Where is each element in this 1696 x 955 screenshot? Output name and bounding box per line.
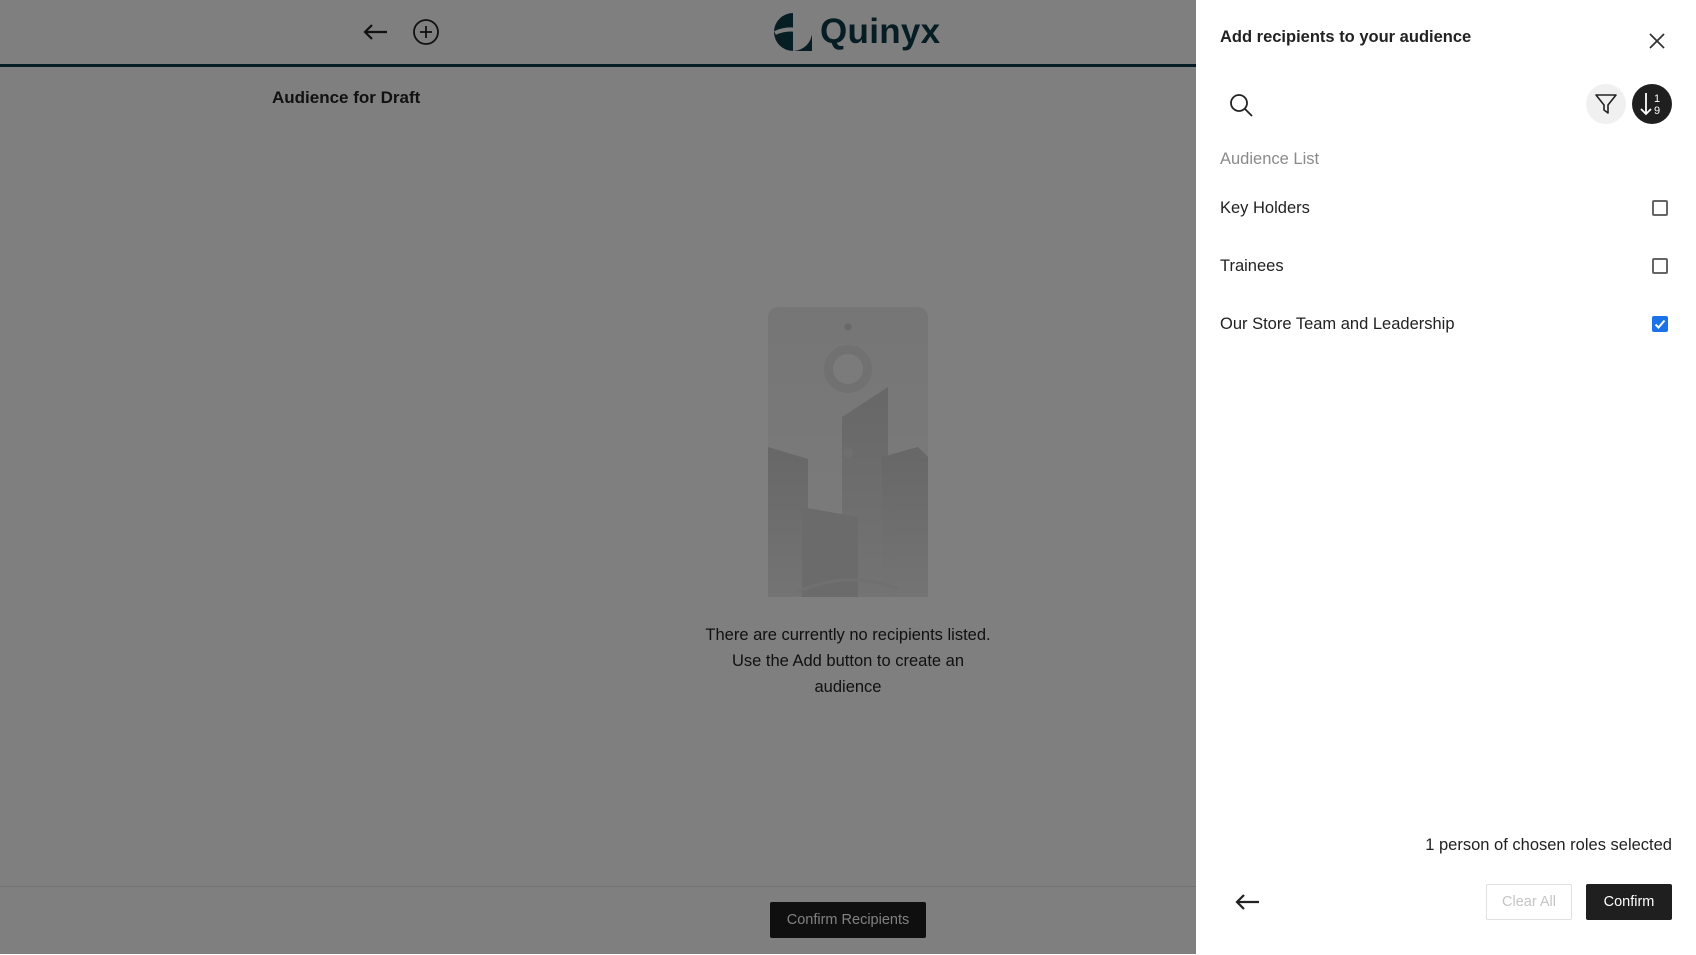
- filter-icon: [1595, 94, 1617, 114]
- confirm-button[interactable]: Confirm: [1586, 884, 1672, 920]
- checkbox-trainees[interactable]: [1652, 258, 1668, 274]
- search-button[interactable]: [1228, 92, 1254, 118]
- sort-numeric-icon: 1 9: [1640, 93, 1660, 117]
- drawer-back-button[interactable]: [1232, 888, 1264, 916]
- list-item-key-holders[interactable]: Key Holders: [1220, 192, 1672, 224]
- audience-list-heading: Audience List: [1220, 150, 1320, 168]
- list-item-label: Our Store Team and Leadership: [1220, 314, 1455, 333]
- drawer-title: Add recipients to your audience: [1220, 28, 1472, 46]
- sort-digit-top: 1: [1654, 93, 1660, 105]
- list-item-label: Key Holders: [1220, 198, 1310, 217]
- close-icon: [1649, 33, 1665, 49]
- sort-digit-bottom: 9: [1654, 105, 1660, 117]
- checkbox-store-team-leadership[interactable]: [1652, 316, 1668, 332]
- close-button[interactable]: [1644, 28, 1670, 54]
- list-item-store-team-leadership[interactable]: Our Store Team and Leadership: [1220, 308, 1672, 340]
- sort-button[interactable]: 1 9: [1632, 84, 1672, 124]
- list-item-label: Trainees: [1220, 256, 1284, 275]
- add-recipients-drawer: Add recipients to your audience 1 9 Audi…: [1196, 0, 1696, 954]
- checkbox-key-holders[interactable]: [1652, 200, 1668, 216]
- back-arrow-icon: [1235, 894, 1259, 910]
- filter-button[interactable]: [1586, 84, 1626, 124]
- list-item-trainees[interactable]: Trainees: [1220, 250, 1672, 282]
- modal-backdrop[interactable]: [0, 0, 1196, 954]
- clear-all-button[interactable]: Clear All: [1486, 884, 1572, 920]
- search-icon: [1230, 94, 1253, 117]
- checkmark-icon: [1654, 319, 1666, 329]
- selection-summary: 1 person of chosen roles selected: [1425, 836, 1672, 854]
